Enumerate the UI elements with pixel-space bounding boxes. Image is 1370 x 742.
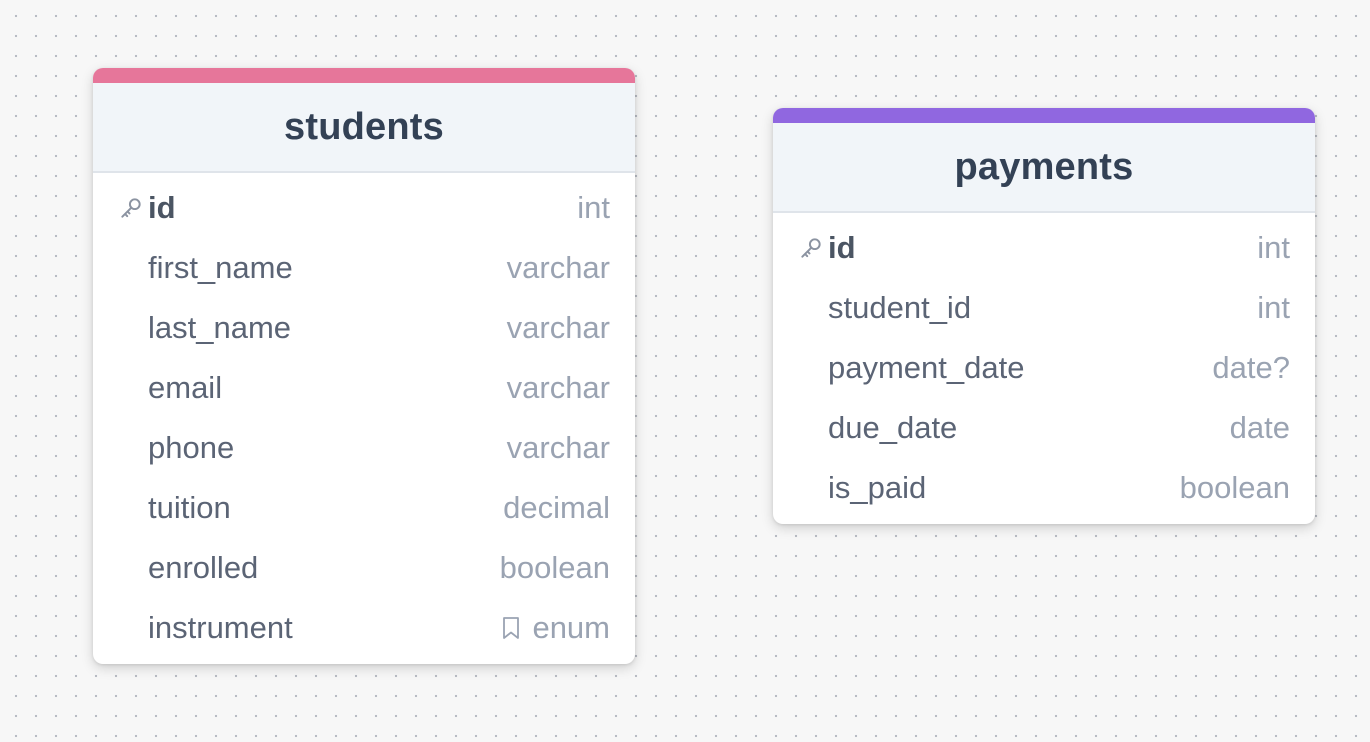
column-list: id int first_name varchar last_name varc… — [93, 173, 635, 664]
column-name: email — [148, 370, 223, 405]
column-name: phone — [148, 430, 235, 465]
column-name: enrolled — [148, 550, 259, 585]
column-name: id — [828, 230, 856, 265]
column-list: id int student_id int payment_date date?… — [773, 213, 1315, 524]
column-name: due_date — [828, 410, 958, 445]
column-row[interactable]: payment_date date? — [773, 338, 1315, 398]
column-type: boolean — [499, 550, 610, 585]
column-row[interactable]: enrolled boolean — [93, 538, 635, 598]
column-type: date — [1229, 410, 1290, 445]
table-title: payments — [954, 145, 1134, 188]
column-row[interactable]: last_name varchar — [93, 298, 635, 358]
column-type: varchar — [506, 430, 610, 465]
column-name: tuition — [148, 490, 231, 525]
table-accent-bar — [93, 68, 635, 83]
key-icon — [93, 178, 148, 238]
column-row[interactable]: student_id int — [773, 278, 1315, 338]
column-type: int — [1257, 290, 1290, 325]
column-type: enum — [532, 610, 610, 645]
table-accent-bar — [773, 108, 1315, 123]
table-card-students[interactable]: students id int first_name varchar last_… — [93, 68, 635, 664]
column-row[interactable]: is_paid boolean — [773, 458, 1315, 518]
column-name: id — [148, 190, 176, 225]
table-title: students — [284, 105, 444, 148]
column-type: varchar — [506, 310, 610, 345]
column-row[interactable]: first_name varchar — [93, 238, 635, 298]
column-name: student_id — [828, 290, 972, 325]
column-type: varchar — [506, 250, 610, 285]
column-name: is_paid — [828, 470, 927, 505]
column-row[interactable]: instrument enum — [93, 598, 635, 658]
column-type: date? — [1212, 350, 1290, 385]
column-row[interactable]: due_date date — [773, 398, 1315, 458]
column-type: int — [1257, 230, 1290, 265]
key-icon — [773, 218, 828, 278]
column-name: instrument — [148, 610, 293, 645]
column-row[interactable]: tuition decimal — [93, 478, 635, 538]
column-type: decimal — [503, 490, 610, 525]
column-name: first_name — [148, 250, 293, 285]
column-type-enum: enum — [499, 610, 635, 646]
table-header[interactable]: payments — [773, 123, 1315, 213]
column-name: last_name — [148, 310, 292, 345]
table-header[interactable]: students — [93, 83, 635, 173]
column-row[interactable]: email varchar — [93, 358, 635, 418]
table-card-payments[interactable]: payments id int student_id int payment_d… — [773, 108, 1315, 524]
column-name: payment_date — [828, 350, 1025, 385]
column-row[interactable]: id int — [773, 218, 1315, 278]
column-row[interactable]: id int — [93, 178, 635, 238]
column-type: varchar — [506, 370, 610, 405]
column-type: int — [577, 190, 610, 225]
column-row[interactable]: phone varchar — [93, 418, 635, 478]
bookmark-icon — [503, 617, 520, 639]
column-type: boolean — [1179, 470, 1290, 505]
